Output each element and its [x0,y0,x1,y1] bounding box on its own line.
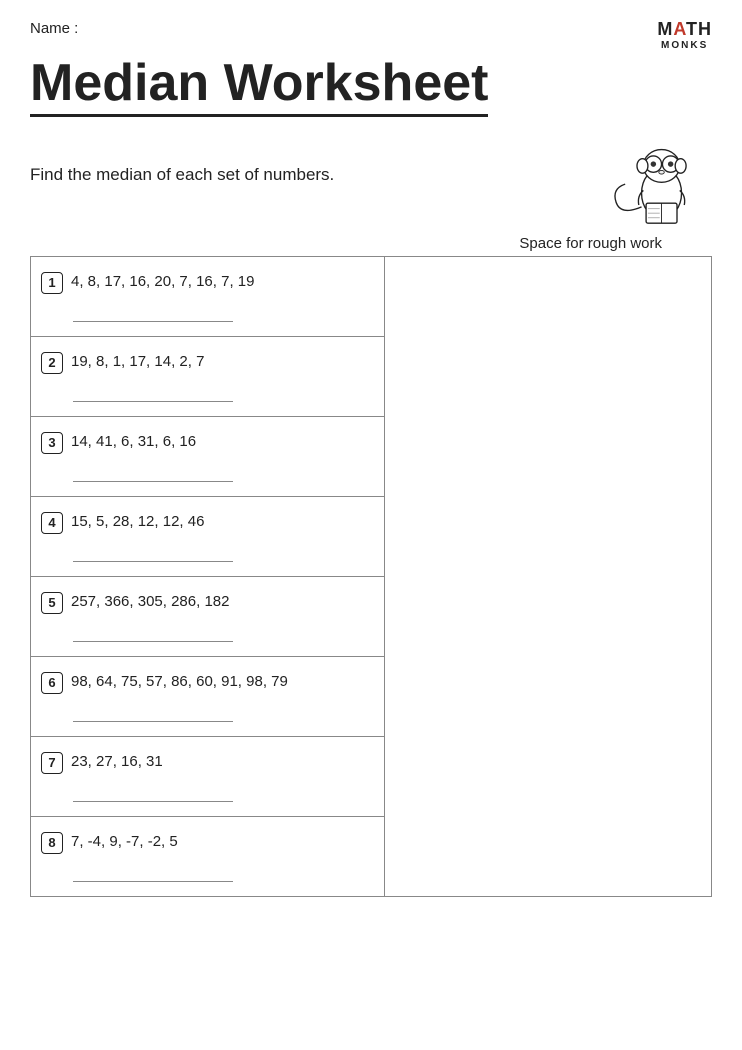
worksheet-table: 1 4, 8, 17, 16, 20, 7, 16, 7, 19 2 19, 8, 1… [30,256,712,897]
subtitle: Find the median of each set of numbers. [30,165,334,185]
problem-text-2: 19, 8, 1, 17, 14, 2, 7 [71,351,374,374]
problem-inner-2: 2 19, 8, 1, 17, 14, 2, 7 [41,351,374,374]
subtitle-mascot-row: Find the median of each set of numbers. [30,125,712,225]
rough-work-label: Space for rough work [30,235,662,252]
problem-inner-3: 3 14, 41, 6, 31, 6, 16 [41,431,374,454]
problem-text-6: 98, 64, 75, 57, 86, 60, 91, 98, 79 [71,671,374,694]
answer-line-3 [73,464,233,482]
problem-number-1: 1 [41,272,63,294]
problem-number-6: 6 [41,672,63,694]
problem-row: 5 257, 366, 305, 286, 182 [31,577,384,657]
problem-number-2: 2 [41,352,63,374]
rough-work-column [385,256,712,896]
problem-number-8: 8 [41,832,63,854]
page-title: Median Worksheet [30,55,488,117]
problem-row: 2 19, 8, 1, 17, 14, 2, 7 [31,337,384,417]
problem-text-5: 257, 366, 305, 286, 182 [71,591,374,614]
problem-inner-6: 6 98, 64, 75, 57, 86, 60, 91, 98, 79 [41,671,374,694]
problem-number-4: 4 [41,512,63,534]
problem-number-3: 3 [41,432,63,454]
answer-line-1 [73,304,233,322]
problem-row: 1 4, 8, 17, 16, 20, 7, 16, 7, 19 [31,257,384,337]
answer-line-8 [73,864,233,882]
problem-text-7: 23, 27, 16, 31 [71,751,374,774]
answer-line-7 [73,784,233,802]
answer-line-4 [73,544,233,562]
header: Name : MATH MONKS [30,20,712,51]
problem-text-4: 15, 5, 28, 12, 12, 46 [71,511,374,534]
logo-monks: MONKS [661,40,708,51]
logo: MATH MONKS [657,20,712,51]
problem-row: 4 15, 5, 28, 12, 12, 46 [31,497,384,577]
problem-inner-1: 1 4, 8, 17, 16, 20, 7, 16, 7, 19 [41,271,374,294]
problem-inner-7: 7 23, 27, 16, 31 [41,751,374,774]
problem-text-8: 7, -4, 9, -7, -2, 5 [71,831,374,854]
problem-row: 8 7, -4, 9, -7, -2, 5 [31,817,384,896]
problem-number-5: 5 [41,592,63,614]
answer-line-6 [73,704,233,722]
problem-row: 3 14, 41, 6, 31, 6, 16 [31,417,384,497]
problem-inner-4: 4 15, 5, 28, 12, 12, 46 [41,511,374,534]
problem-row: 7 23, 27, 16, 31 [31,737,384,817]
logo-a: A [673,19,686,39]
mascot-image [602,125,712,225]
problems-column: 1 4, 8, 17, 16, 20, 7, 16, 7, 19 2 19, 8, 1… [31,256,385,896]
problem-text-3: 14, 41, 6, 31, 6, 16 [71,431,374,454]
problem-text-1: 4, 8, 17, 16, 20, 7, 16, 7, 19 [71,271,374,294]
answer-line-5 [73,624,233,642]
answer-line-2 [73,384,233,402]
problem-inner-8: 8 7, -4, 9, -7, -2, 5 [41,831,374,854]
problem-number-7: 7 [41,752,63,774]
logo-math: MATH [657,20,712,40]
problem-inner-5: 5 257, 366, 305, 286, 182 [41,591,374,614]
name-label: Name : [30,20,78,37]
problem-row: 6 98, 64, 75, 57, 86, 60, 91, 98, 79 [31,657,384,737]
